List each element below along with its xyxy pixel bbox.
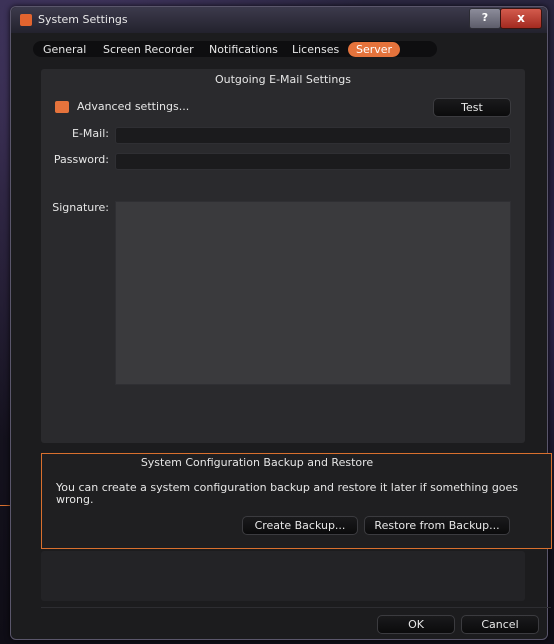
email-label: E-Mail:: [72, 127, 109, 140]
help-button[interactable]: ?: [469, 8, 501, 29]
password-field[interactable]: [115, 153, 511, 170]
password-label: Password:: [53, 153, 109, 166]
advanced-settings-label: Advanced settings...: [77, 100, 190, 113]
tab-notifications[interactable]: Notifications: [209, 42, 278, 57]
empty-section: [41, 551, 525, 601]
cancel-button[interactable]: Cancel: [461, 615, 539, 634]
system-settings-dialog: System Settings ? x General Screen Recor…: [10, 6, 552, 640]
close-button[interactable]: x: [500, 8, 542, 29]
tab-screen-recorder[interactable]: Screen Recorder: [103, 42, 194, 57]
tab-server[interactable]: Server: [348, 42, 401, 57]
backup-restore-panel: System Configuration Backup and Restore …: [41, 453, 552, 549]
ok-button[interactable]: OK: [377, 615, 455, 634]
email-settings-title: Outgoing E-Mail Settings: [214, 73, 352, 86]
email-field[interactable]: [115, 127, 511, 144]
backup-section-title: System Configuration Backup and Restore: [140, 456, 374, 469]
window-title: System Settings: [38, 13, 128, 26]
signature-label: Signature:: [52, 201, 109, 214]
advanced-settings-checkbox[interactable]: [55, 101, 69, 113]
email-settings-panel: Outgoing E-Mail Settings Advanced settin…: [41, 69, 525, 443]
footer-divider: [41, 607, 551, 608]
test-button[interactable]: Test: [433, 98, 511, 117]
backup-description: You can create a system configuration ba…: [56, 481, 519, 506]
title-bar: System Settings ? x: [11, 7, 547, 33]
create-backup-button[interactable]: Create Backup...: [242, 516, 358, 535]
app-icon: [20, 14, 32, 26]
signature-textarea[interactable]: [115, 201, 511, 385]
tab-licenses[interactable]: Licenses: [292, 42, 339, 57]
restore-backup-button[interactable]: Restore from Backup...: [364, 516, 510, 535]
tab-general[interactable]: General: [43, 42, 86, 57]
